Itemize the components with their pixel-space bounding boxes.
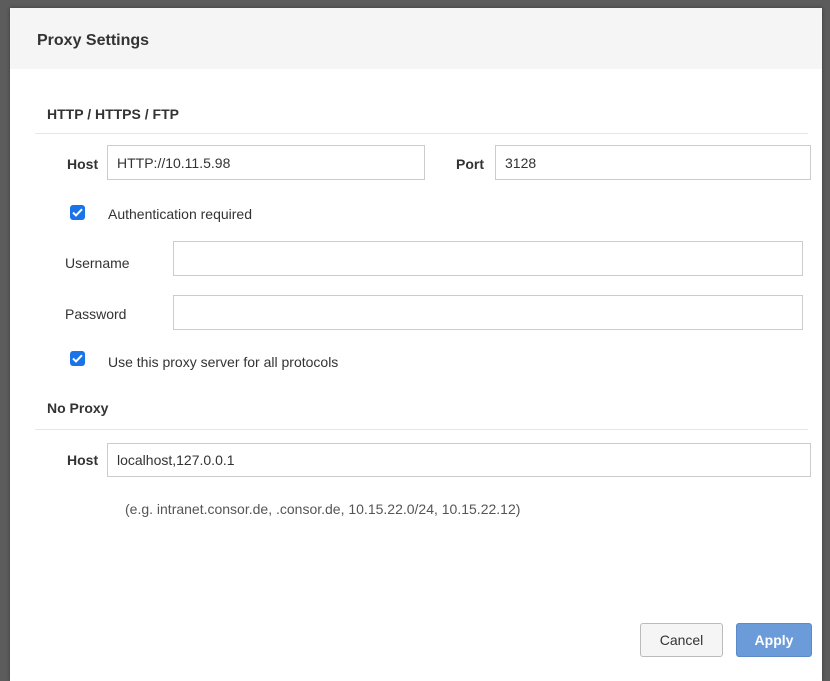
- cancel-button[interactable]: Cancel: [640, 623, 723, 657]
- http-section-divider: [35, 133, 808, 134]
- no-proxy-host-input[interactable]: localhost,127.0.0.1: [107, 443, 811, 477]
- auth-required-label: Authentication required: [108, 206, 252, 222]
- no-proxy-host-label: Host: [67, 452, 99, 468]
- host-input[interactable]: HTTP://10.11.5.98: [107, 145, 425, 180]
- checkmark-icon: [72, 354, 83, 363]
- port-input[interactable]: 3128: [495, 145, 811, 180]
- checkmark-icon: [72, 208, 83, 217]
- username-input[interactable]: [173, 241, 803, 276]
- proxy-settings-dialog: Proxy Settings HTTP / HTTPS / FTP Host H…: [10, 8, 822, 681]
- all-protocols-checkbox[interactable]: [70, 351, 85, 366]
- no-proxy-section-title: No Proxy: [47, 400, 109, 416]
- username-label: Username: [65, 255, 130, 271]
- host-label: Host: [67, 156, 99, 172]
- no-proxy-hint: (e.g. intranet.consor.de, .consor.de, 10…: [125, 501, 521, 517]
- apply-button[interactable]: Apply: [736, 623, 812, 657]
- dialog-title: Proxy Settings: [37, 32, 150, 49]
- auth-required-checkbox[interactable]: [70, 205, 85, 220]
- port-label: Port: [456, 156, 484, 172]
- dialog-header: Proxy Settings: [10, 8, 822, 69]
- password-label: Password: [65, 306, 127, 322]
- http-section-title: HTTP / HTTPS / FTP: [47, 106, 179, 122]
- no-proxy-section-divider: [35, 429, 808, 430]
- all-protocols-label: Use this proxy server for all protocols: [108, 354, 339, 370]
- password-input[interactable]: [173, 295, 803, 330]
